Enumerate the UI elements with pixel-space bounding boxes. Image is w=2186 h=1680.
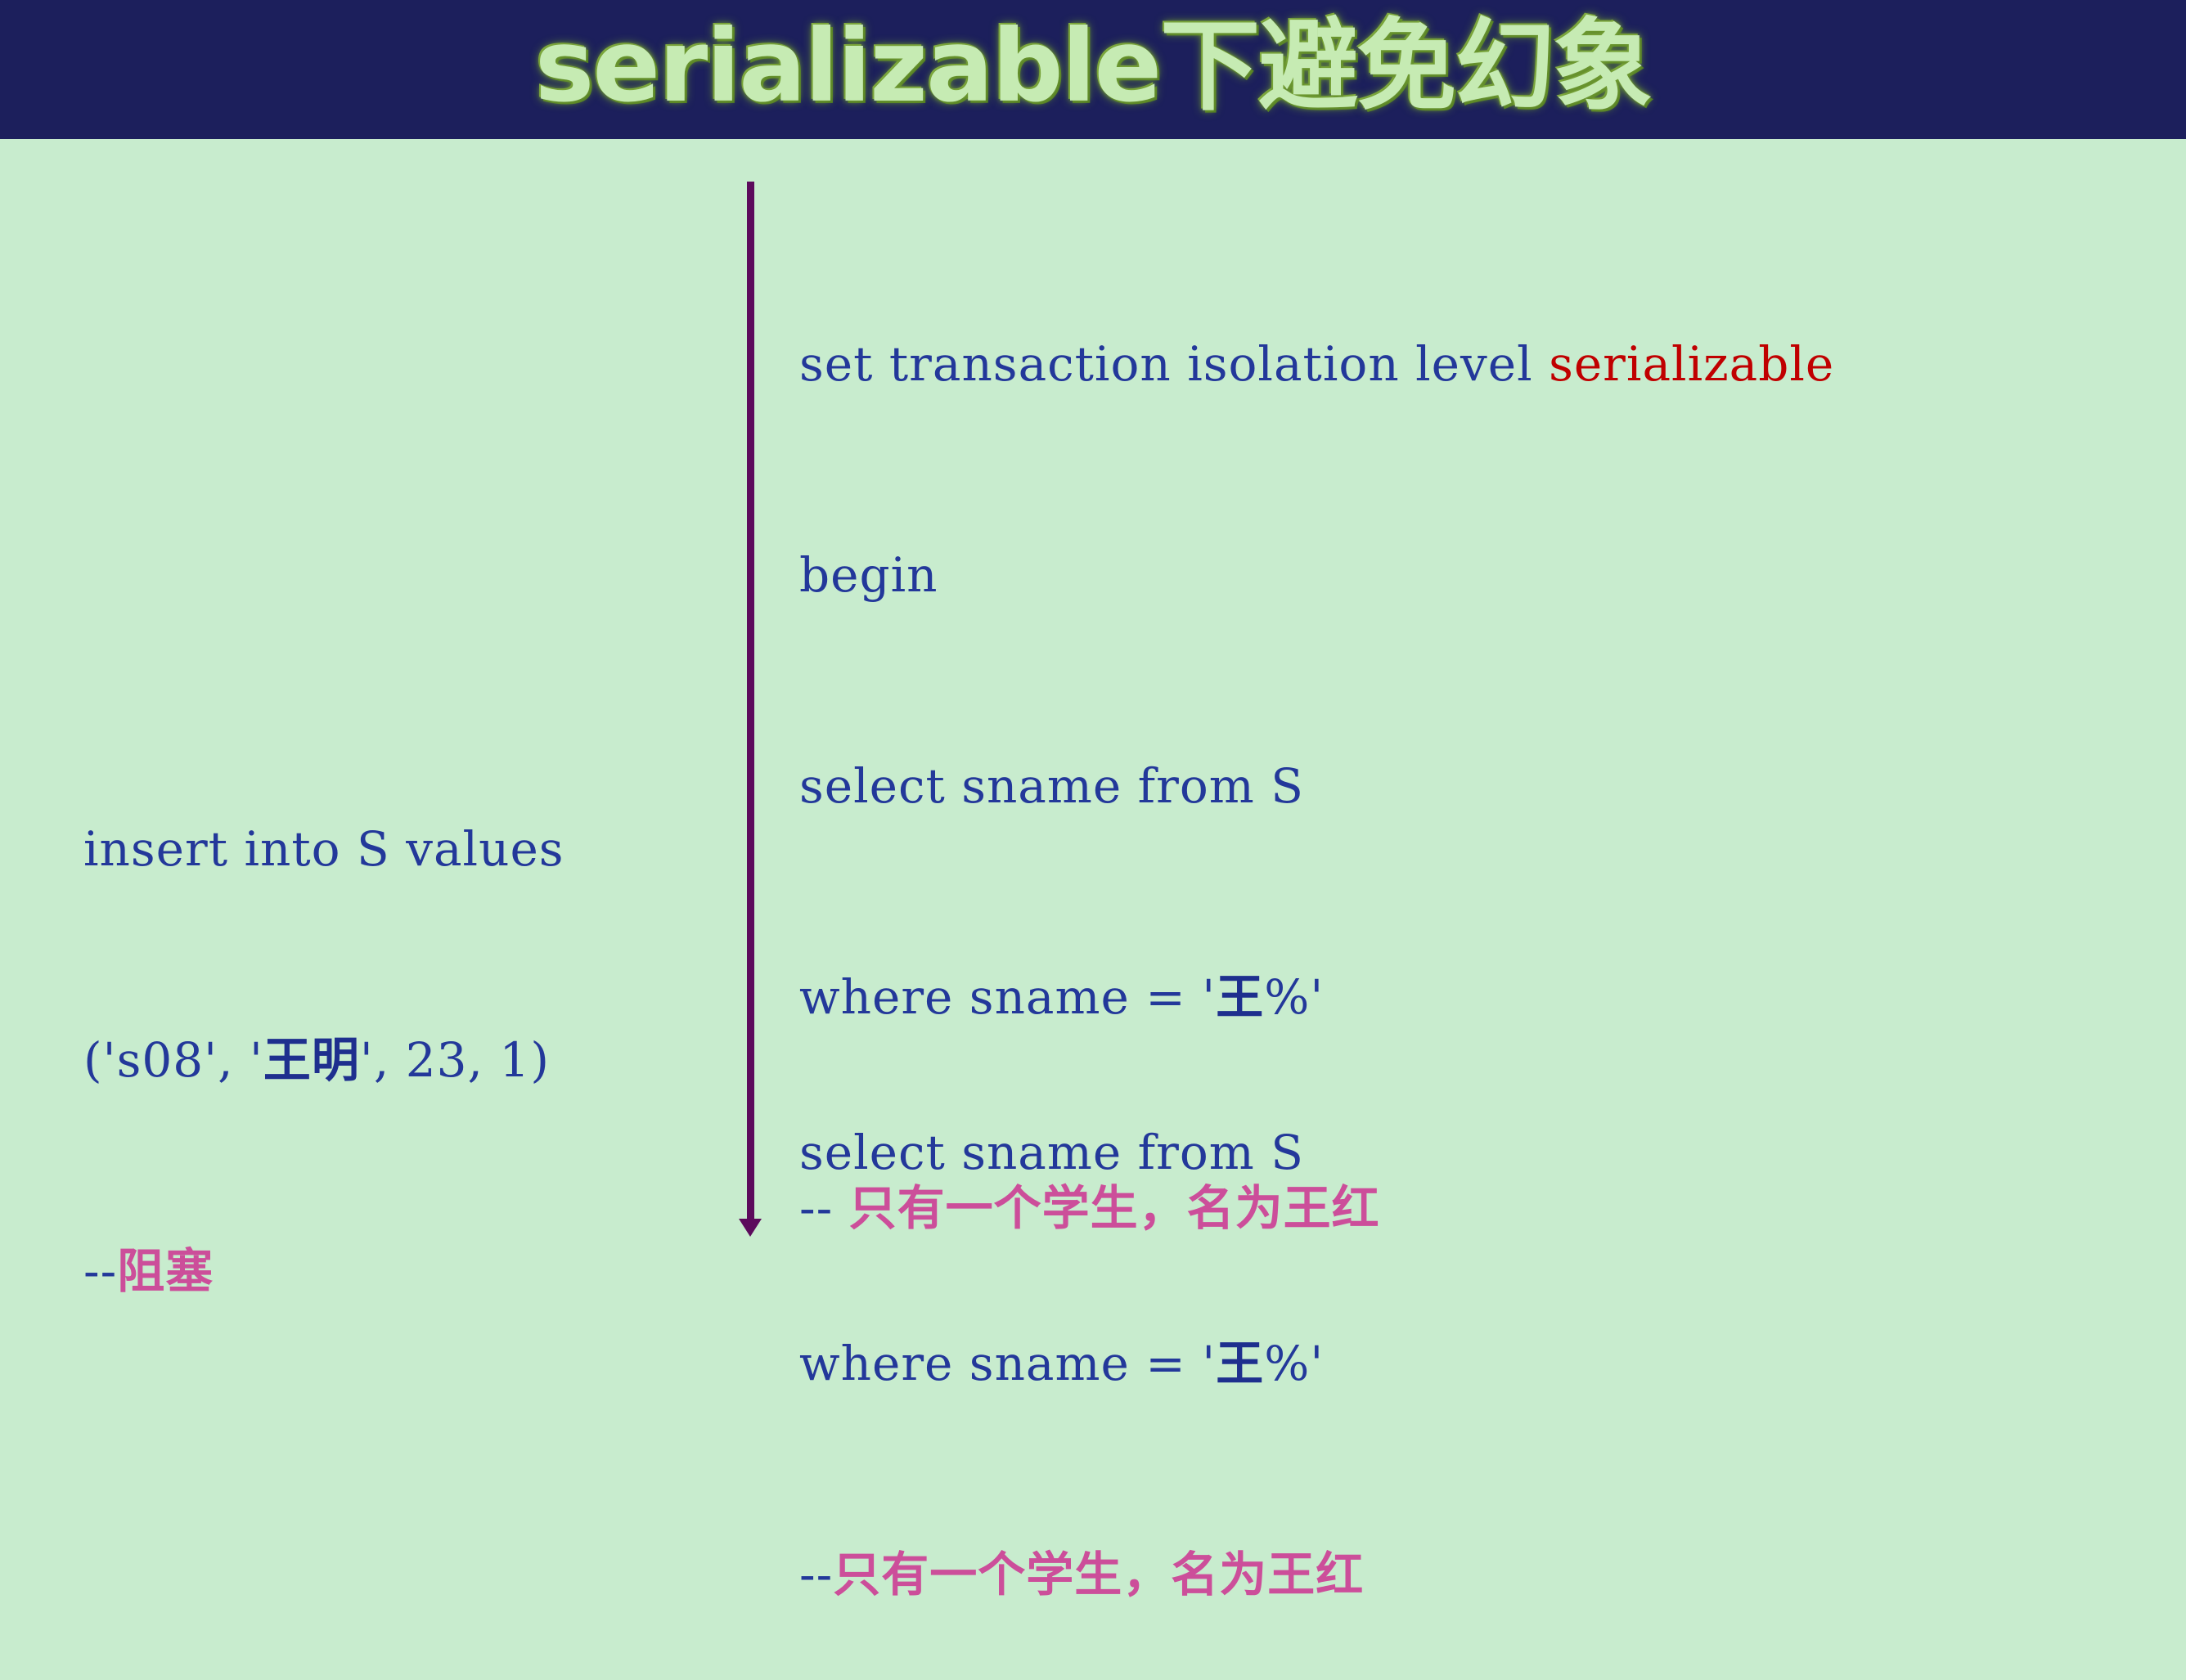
code-text: set transaction isolation level <box>799 336 1550 392</box>
code-line: insert into S values <box>83 821 564 877</box>
comment-line: --只有一个学生，名为王红 <box>799 1539 1364 1610</box>
timeline-axis <box>747 182 754 1220</box>
code-text: ', 23, 1) <box>359 1032 550 1088</box>
code-line: select sname from S <box>799 758 1304 814</box>
cjk-literal: 王 <box>1216 1336 1265 1391</box>
code-line: begin <box>799 547 938 603</box>
timeline-arrowhead <box>739 1219 762 1237</box>
comment-text: 阻塞 <box>117 1243 214 1299</box>
comment-marker: -- <box>83 1243 118 1299</box>
code-line: set transaction isolation level serializ… <box>799 329 1834 399</box>
code-line: ('s08', '王明', 23, 1) <box>83 1025 564 1095</box>
comment-text: 只有一个学生，名为王红 <box>833 1547 1365 1602</box>
code-text: where sname = ' <box>799 1336 1217 1391</box>
slide-title: serializable下避免幻象 <box>534 8 1653 124</box>
code-line: where sname = '王%' <box>799 1328 1364 1399</box>
comment-line: --阻塞 <box>83 1236 564 1306</box>
code-line: select sname from S <box>799 1125 1304 1180</box>
cjk-literal: 王明 <box>263 1032 360 1088</box>
code-text: %' <box>1264 1336 1325 1391</box>
isolation-keyword: serializable <box>1549 336 1835 392</box>
code-text: ('s08', ' <box>83 1032 263 1088</box>
comment-marker: -- <box>799 1547 834 1602</box>
session-b-second-block: select sname from S where sname = '王%' -… <box>799 977 1364 1680</box>
session-a-block: insert into S values ('s08', '王明', 23, 1… <box>83 673 564 1377</box>
